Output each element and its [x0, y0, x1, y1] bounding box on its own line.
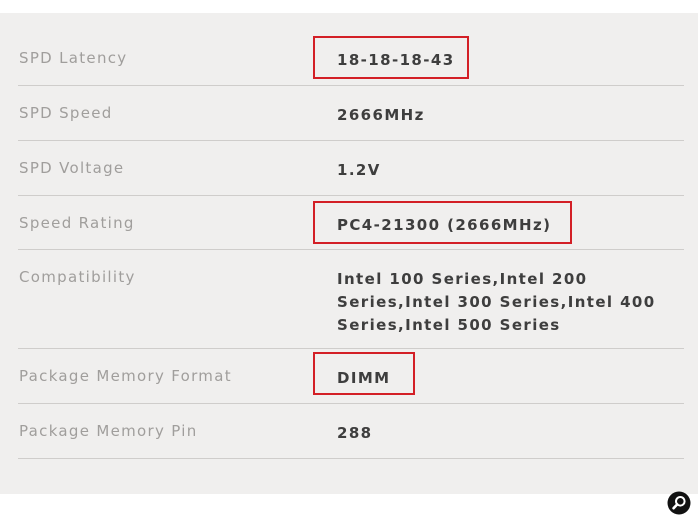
highlight-box-spd-latency: [313, 36, 469, 79]
spec-value: 288: [337, 424, 373, 442]
spec-row-spd-voltage: SPD Voltage 1.2V: [18, 141, 684, 196]
spec-value: Intel 100 Series,Intel 200 Series,Intel …: [337, 270, 656, 334]
spec-value: 1.2V: [337, 161, 381, 179]
spec-label: SPD Latency: [19, 49, 128, 67]
spec-label: Package Memory Format: [19, 367, 232, 385]
spec-label: SPD Voltage: [19, 159, 125, 177]
zoom-icon[interactable]: [667, 491, 691, 515]
highlight-box-package-memory-format: [313, 352, 415, 395]
spec-label: Speed Rating: [19, 214, 135, 232]
spec-row-spd-speed: SPD Speed 2666MHz: [18, 86, 684, 141]
spec-label: SPD Speed: [19, 104, 113, 122]
spec-label: Compatibility: [19, 268, 136, 286]
highlight-box-speed-rating: [313, 201, 572, 244]
spec-value: 2666MHz: [337, 106, 425, 124]
spec-row-package-memory-pin: Package Memory Pin 288: [18, 404, 684, 459]
spec-label: Package Memory Pin: [19, 422, 198, 440]
spec-row-compatibility: Compatibility Intel 100 Series,Intel 200…: [18, 250, 684, 349]
